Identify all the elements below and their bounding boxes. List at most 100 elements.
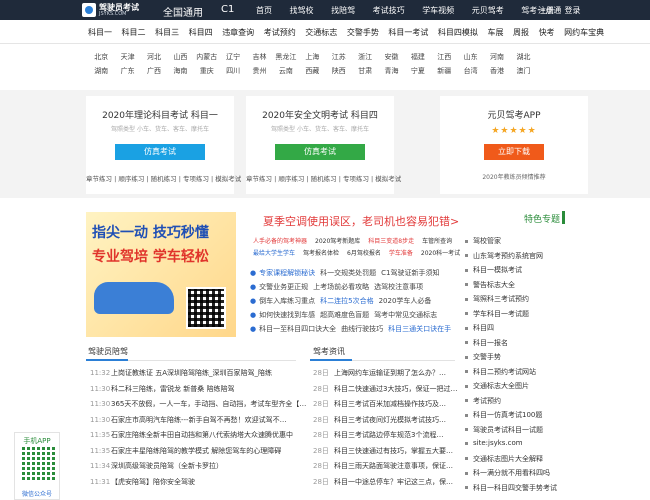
list-item[interactable]: 11:30石家庄市高明汽车陪练---新手自驾不再愁！欢迎试驾不… [90,415,306,431]
list-item[interactable]: 28日 科目二快速通过3大技巧，保证一把过… [313,384,457,400]
province-link[interactable]: 安徽 [378,52,404,62]
featured-item[interactable]: 科目一仿真考试100题 [465,410,557,425]
province-link[interactable]: 河南 [484,52,510,62]
featured-item[interactable]: 警告标志大全 [465,280,557,295]
province-link[interactable]: 北京 [88,52,114,62]
province-link[interactable]: 四川 [220,66,246,76]
province-link[interactable]: 福建 [405,52,431,62]
subnav-item[interactable]: 科目一考试 [388,28,428,37]
news-link[interactable]: 科目一至科目四口诀大全 [259,325,336,333]
province-link[interactable]: 新疆 [431,66,457,76]
item-title[interactable]: 石家庄丰星陪练陪驾的教学模式 解除您驾车的心理障碍 [111,447,281,455]
province-link[interactable]: 澳门 [510,66,536,76]
subnav-item[interactable]: 网约车宝典 [564,28,604,37]
item-title[interactable]: 上海网约车运输证到期了怎么办？… [334,369,446,377]
list-item[interactable]: 11:30365天不放假，一人一车，手动挡、自动挡，考试车型齐全【… [90,399,306,415]
news-link[interactable]: 如何快速找到车感 [259,311,315,319]
item-title[interactable]: 上岗证教练证 五A深圳陪驾陪练_深圳百家陪驾_陪练 [111,369,272,377]
list-item[interactable]: 11:32上岗证教练证 五A深圳陪驾陪练_深圳百家陪驾_陪练 [90,368,306,384]
province-link[interactable]: 山西 [167,52,193,62]
province-link[interactable]: 海南 [167,66,193,76]
featured-item[interactable]: 驾驶员考试科目一试题 [465,425,557,440]
province-link[interactable]: 辽宁 [220,52,246,62]
featured-item[interactable]: 交通标志大全图片 [465,381,557,396]
province-link[interactable]: 浙江 [352,52,378,62]
province-link[interactable]: 广西 [141,66,167,76]
list-item[interactable]: 28日 科目三考试百米加减档操作技巧及… [313,399,457,415]
nav-find-school[interactable]: 找驾校 [290,6,314,15]
item-title[interactable]: 石家庄陪练全新丰田自动挡和第八代索纳塔大众速腾优惠中 [111,431,293,439]
province-link[interactable]: 吉林 [246,52,272,62]
nav-exam-tips[interactable]: 考试技巧 [373,6,405,15]
subnav-item[interactable]: 快考 [539,28,555,37]
featured-item[interactable]: 驾照科三考试预约 [465,294,557,309]
tag-link[interactable]: 科目三变道8步走 [368,238,414,245]
nav-home[interactable]: 首页 [256,6,272,15]
news-link[interactable]: 驾考中常见交通标志 [374,311,437,319]
item-title[interactable]: 科目三快速通过有技巧，掌握五大要… [334,447,453,455]
subnav-item[interactable]: 科目四 [189,28,213,37]
featured-item[interactable]: 驾校管家 [465,236,557,251]
news-link[interactable]: 2020学车人必备 [379,297,432,305]
subnav-item[interactable]: 违章查询 [222,28,254,37]
tag-link[interactable]: 车管所查询 [422,238,452,245]
news-link[interactable]: 科目三通关口诀在手 [388,325,451,333]
province-link[interactable]: 陕西 [326,66,352,76]
subnav-item[interactable]: 科目一 [88,28,112,37]
list-item[interactable]: 11:30科二科三陪练，雷锐龙 新普桑 陪练陪驾 [90,384,306,400]
list-item[interactable]: 11:35石家庄陪练全新丰田自动挡和第八代索纳塔大众速腾优惠中 [90,430,306,446]
featured-item[interactable]: 考试预约 [465,396,557,411]
tag-link[interactable]: 6月驾校报名 [347,250,381,257]
tag-link[interactable]: 驾考报名体检 [303,250,339,257]
list-item[interactable]: 28日 科目三考试夜间灯光模拟考试技巧… [313,415,457,431]
province-link[interactable]: 湖北 [510,52,536,62]
news-link[interactable]: 专家课程解锁秘诀 [259,269,315,277]
news-link[interactable]: C1驾驶证新手须知 [381,269,439,277]
list-item[interactable]: 28日 上海网约车运输证到期了怎么办？… [313,368,457,384]
tag-link[interactable]: 最给大学生学车 [253,250,295,257]
tag-link[interactable]: 人手必备的驾考神器 [253,238,307,245]
item-title[interactable]: 科目三考试夜间灯光模拟考试技巧… [334,416,446,424]
list-item[interactable]: 28日 科目三考试路边停车规范3个流程… [313,430,457,446]
practice-links[interactable]: 章节练习 | 顺序练习 | 随机练习 | 专项练习 | 模拟考试 [246,173,401,183]
column-title-coach[interactable]: 驾驶员陪驾 [88,346,128,357]
site-logo[interactable]: 驾驶员考试 JSYKS.COM [82,2,139,19]
province-link[interactable]: 河北 [141,52,167,62]
list-item[interactable]: 11:35石家庄丰星陪练陪驾的教学模式 解除您驾车的心理障碍 [90,446,306,462]
province-link[interactable]: 江苏 [326,52,352,62]
news-link[interactable]: 选驾校注意事项 [374,283,423,291]
item-title[interactable]: 365天不放假，一人一车，手动挡、自动挡，考试车型齐全【… [111,400,306,408]
featured-item[interactable]: 交警手势 [465,352,557,367]
subnav-item[interactable]: 科目二 [122,28,146,37]
province-link[interactable]: 西藏 [299,66,325,76]
province-link[interactable]: 云南 [273,66,299,76]
item-title[interactable]: 科目三雨天路面驾驶注意事项，保证… [334,462,453,470]
tag-link[interactable]: 2020驾考新题库 [315,238,360,245]
subnav-item[interactable]: 考试预约 [264,28,296,37]
list-item[interactable]: 28日 科目一中途总停车？牢记这三点，保… [313,477,457,493]
list-item[interactable]: 28日 科目三雨天路面驾驶注意事项，保证… [313,461,457,477]
promo-banner[interactable]: 指尖一动 技巧秒懂 专业驾培 学车轻松 [86,212,236,337]
province-link[interactable]: 广东 [114,66,140,76]
featured-item[interactable]: 学车科目一考试题 [465,309,557,324]
featured-item[interactable]: 科目一科目四交警手势考试 [465,483,557,498]
nav-videos[interactable]: 学车视频 [422,6,454,15]
item-title[interactable]: 科二科三陪练，雷锐龙 新普桑 陪练陪驾 [111,385,234,393]
province-link[interactable]: 湖南 [88,66,114,76]
province-link[interactable]: 江西 [431,52,457,62]
featured-item[interactable]: 交通标志图片大全解释 [465,454,557,469]
item-title[interactable]: 科目三考试百米加减档操作技巧及… [334,400,446,408]
tag-link[interactable]: 学车准备 [389,250,413,257]
featured-item[interactable]: 科目二预约考试网站 [465,367,557,382]
practice-links[interactable]: 章节练习 | 顺序练习 | 随机练习 | 专项练习 | 模拟考试 [86,173,241,183]
subnav-item[interactable]: 交通标志 [305,28,337,37]
simulation-exam-button[interactable]: 仿真考试 [115,144,205,160]
news-link[interactable]: 倒车入库练习重点 [259,297,315,305]
province-link[interactable]: 内蒙古 [194,52,220,62]
province-link[interactable]: 贵州 [246,66,272,76]
list-item[interactable]: 11:34深圳高级驾驶员陪驾（全新卡罗拉） [90,461,306,477]
province-link[interactable]: 宁夏 [405,66,431,76]
news-link[interactable]: 科一交规类处罚题 [320,269,376,277]
province-link[interactable]: 上海 [299,52,325,62]
nav-yuanbei[interactable]: 元贝驾考 [472,6,504,15]
